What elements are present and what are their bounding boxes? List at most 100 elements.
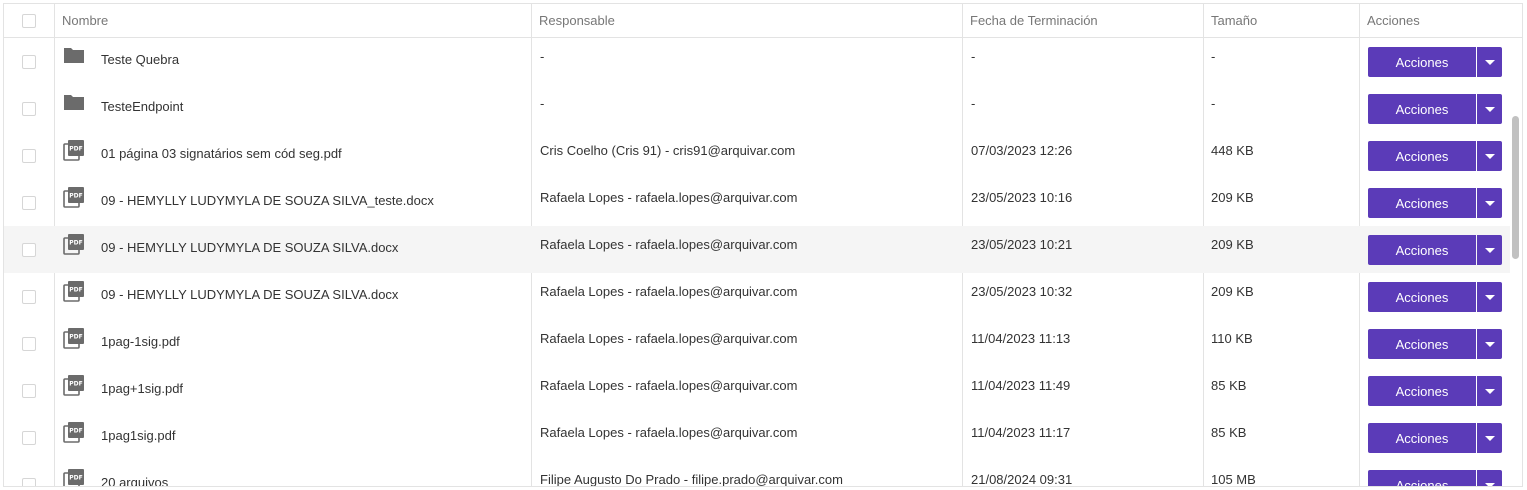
file-name[interactable]: TesteEndpoint (101, 99, 183, 114)
size-text: - (1211, 96, 1216, 111)
actions-dropdown-toggle[interactable] (1477, 188, 1502, 218)
table-header: Nombre Responsable Fecha de Terminación … (4, 4, 1522, 38)
table-row[interactable]: Teste Quebra - - - Acciones (4, 38, 1510, 85)
table-row[interactable]: PDF 1pag-1sig.pdf Rafaela Lopes - rafaela… (4, 320, 1510, 367)
svg-text:PDF: PDF (69, 240, 82, 247)
table-row[interactable]: PDF 20 arquivos Filipe Augusto Do Prado -… (4, 461, 1510, 487)
file-name[interactable]: Teste Quebra (101, 52, 179, 67)
file-name[interactable]: 09 - HEMYLLY LUDYMYLA DE SOUZA SILVA.doc… (101, 240, 398, 255)
table-row[interactable]: PDF 09 - HEMYLLY LUDYMYLA DE SOUZA SILVA… (4, 179, 1510, 226)
caret-down-icon (1484, 153, 1495, 159)
table-row[interactable]: PDF 1pag1sig.pdf Rafaela Lopes - rafaela.… (4, 414, 1510, 461)
caret-down-icon (1484, 106, 1495, 112)
actions-split-button: Acciones (1368, 141, 1502, 171)
file-name[interactable]: 01 página 03 signatários sem cód seg.pdf (101, 146, 342, 161)
actions-button[interactable]: Acciones (1368, 423, 1476, 453)
vertical-scrollbar[interactable] (1512, 116, 1519, 259)
actions-button[interactable]: Acciones (1368, 188, 1476, 218)
size-text: 105 MB (1211, 472, 1256, 487)
row-checkbox[interactable] (22, 337, 36, 351)
file-name[interactable]: 1pag1sig.pdf (101, 428, 175, 443)
actions-split-button: Acciones (1368, 235, 1502, 265)
actions-button[interactable]: Acciones (1368, 94, 1476, 124)
actions-dropdown-toggle[interactable] (1477, 94, 1502, 124)
actions-dropdown-toggle[interactable] (1477, 47, 1502, 77)
finish-date-text: - (971, 49, 976, 64)
row-checkbox[interactable] (22, 478, 36, 486)
row-checkbox[interactable] (22, 196, 36, 210)
actions-dropdown-toggle[interactable] (1477, 329, 1502, 359)
svg-text:PDF: PDF (69, 193, 82, 200)
actions-dropdown-toggle[interactable] (1477, 141, 1502, 171)
actions-button[interactable]: Acciones (1368, 47, 1476, 77)
actions-split-button: Acciones (1368, 329, 1502, 359)
size-text: 448 KB (1211, 143, 1254, 158)
caret-down-icon (1484, 341, 1495, 347)
svg-text:PDF: PDF (69, 146, 82, 153)
folder-icon (63, 93, 85, 114)
actions-split-button: Acciones (1368, 470, 1502, 486)
actions-split-button: Acciones (1368, 94, 1502, 124)
actions-split-button: Acciones (1368, 282, 1502, 312)
table-row[interactable]: TesteEndpoint - - - Acciones (4, 85, 1510, 132)
column-header-actions: Acciones (1367, 13, 1420, 28)
row-checkbox[interactable] (22, 149, 36, 163)
select-all-checkbox[interactable] (22, 14, 36, 28)
size-text: 209 KB (1211, 237, 1254, 252)
file-name[interactable]: 09 - HEMYLLY LUDYMYLA DE SOUZA SILVA_tes… (101, 193, 434, 208)
actions-dropdown-toggle[interactable] (1477, 423, 1502, 453)
actions-split-button: Acciones (1368, 423, 1502, 453)
responsible-text: Rafaela Lopes - rafaela.lopes@arquivar.c… (540, 425, 798, 440)
size-text: 209 KB (1211, 190, 1254, 205)
finish-date-text: 21/08/2024 09:31 (971, 472, 1073, 487)
svg-text:PDF: PDF (69, 334, 82, 341)
row-checkbox[interactable] (22, 55, 36, 69)
actions-button[interactable]: Acciones (1368, 141, 1476, 171)
pdf-file-icon: PDF (63, 233, 85, 258)
column-header-finish-date[interactable]: Fecha de Terminación (962, 4, 1098, 37)
finish-date-text: 11/04/2023 11:13 (971, 331, 1071, 346)
pdf-file-icon: PDF (63, 374, 85, 399)
responsible-text: Rafaela Lopes - rafaela.lopes@arquivar.c… (540, 237, 798, 252)
finish-date-text: 23/05/2023 10:16 (971, 190, 1073, 205)
actions-button[interactable]: Acciones (1368, 282, 1476, 312)
column-header-name[interactable]: Nombre (54, 4, 108, 37)
caret-down-icon (1484, 435, 1495, 441)
row-checkbox[interactable] (22, 102, 36, 116)
row-checkbox[interactable] (22, 384, 36, 398)
file-name[interactable]: 1pag-1sig.pdf (101, 334, 180, 349)
files-table: Nombre Responsable Fecha de Terminación … (3, 3, 1523, 487)
file-name[interactable]: 09 - HEMYLLY LUDYMYLA DE SOUZA SILVA.doc… (101, 287, 398, 302)
table-row[interactable]: PDF 09 - HEMYLLY LUDYMYLA DE SOUZA SILVA… (4, 226, 1510, 273)
actions-button[interactable]: Acciones (1368, 376, 1476, 406)
table-row[interactable]: PDF 1pag+1sig.pdf Rafaela Lopes - rafaela… (4, 367, 1510, 414)
actions-dropdown-toggle[interactable] (1477, 235, 1502, 265)
actions-dropdown-toggle[interactable] (1477, 282, 1502, 312)
folder-icon (63, 46, 85, 67)
pdf-file-icon: PDF (63, 186, 85, 211)
actions-button[interactable]: Acciones (1368, 329, 1476, 359)
actions-button[interactable]: Acciones (1368, 235, 1476, 265)
actions-dropdown-toggle[interactable] (1477, 470, 1502, 486)
finish-date-text: 11/04/2023 11:49 (971, 378, 1071, 393)
svg-text:PDF: PDF (69, 475, 82, 482)
table-row[interactable]: PDF 01 página 03 signatários sem cód seg… (4, 132, 1510, 179)
table-row[interactable]: PDF 09 - HEMYLLY LUDYMYLA DE SOUZA SILVA… (4, 273, 1510, 320)
responsible-text: Rafaela Lopes - rafaela.lopes@arquivar.c… (540, 284, 798, 299)
file-name[interactable]: 20 arquivos (101, 475, 168, 486)
actions-dropdown-toggle[interactable] (1477, 376, 1502, 406)
caret-down-icon (1484, 200, 1495, 206)
row-checkbox[interactable] (22, 431, 36, 445)
finish-date-text: - (971, 96, 976, 111)
actions-button[interactable]: Acciones (1368, 470, 1476, 486)
row-checkbox[interactable] (22, 243, 36, 257)
actions-split-button: Acciones (1368, 188, 1502, 218)
caret-down-icon (1484, 482, 1495, 486)
svg-text:PDF: PDF (69, 381, 82, 388)
pdf-file-icon: PDF (63, 139, 85, 164)
column-header-responsible[interactable]: Responsable (531, 4, 615, 37)
file-name[interactable]: 1pag+1sig.pdf (101, 381, 183, 396)
pdf-file-icon: PDF (63, 327, 85, 352)
column-header-size[interactable]: Tamaño (1203, 4, 1257, 37)
row-checkbox[interactable] (22, 290, 36, 304)
